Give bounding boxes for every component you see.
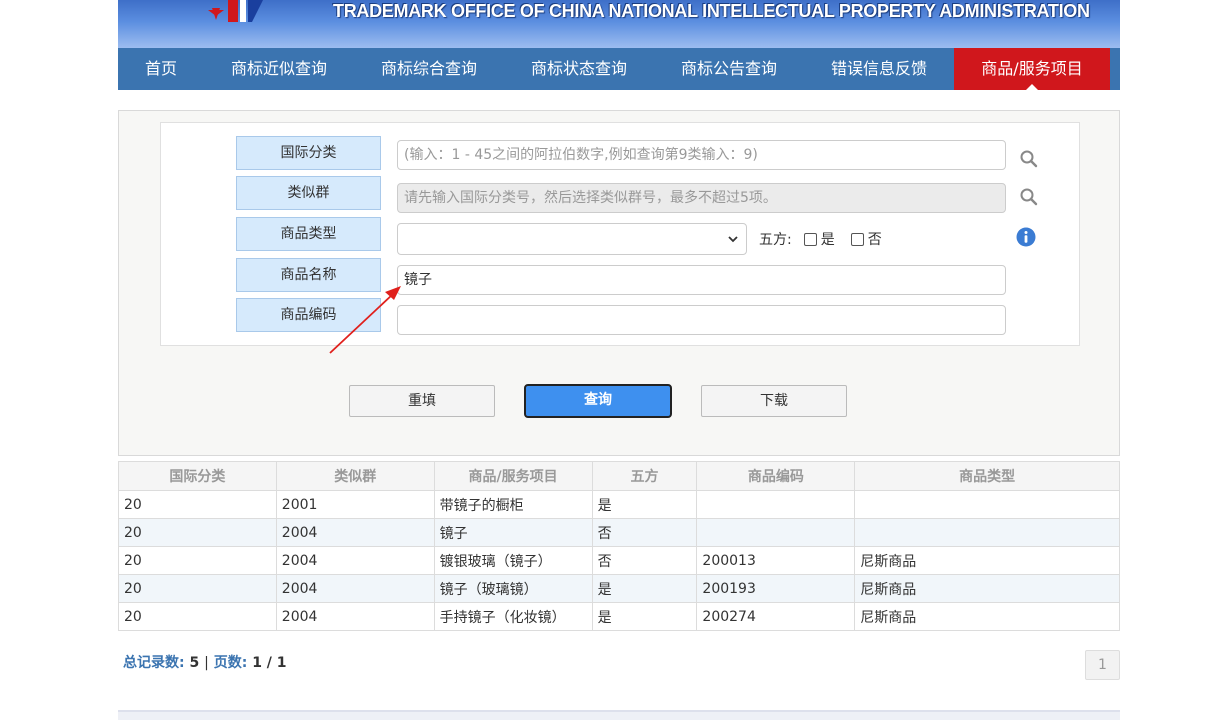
goods-type-label: 商品类型: [236, 217, 381, 251]
table-cell: 镀银玻璃（镜子）: [433, 546, 593, 575]
table-cell: [696, 490, 856, 519]
col-header: 国际分类: [118, 461, 277, 491]
wufang-label: 五方:: [759, 232, 792, 248]
search-panel: 国际分类 (输入：1 - 45之间的阿拉伯数字,例如查询第9类输入：9) 类似群…: [118, 110, 1120, 456]
table-cell: 20: [118, 546, 277, 575]
similar-group-label: 类似群: [236, 176, 381, 210]
download-button[interactable]: 下载: [701, 385, 847, 417]
table-cell: 200013: [696, 546, 856, 575]
table-cell: 20: [118, 602, 277, 631]
wufang-no-label: 否: [867, 232, 882, 248]
search-icon[interactable]: [1019, 187, 1039, 207]
table-cell: 200193: [696, 574, 856, 603]
search-button[interactable]: 查询: [524, 384, 672, 418]
col-header: 商品类型: [854, 461, 1120, 491]
nav-item-similar-search[interactable]: 商标近似查询: [204, 48, 354, 90]
nav-item-status-search[interactable]: 商标状态查询: [504, 48, 654, 90]
goods-code-input[interactable]: [397, 305, 1006, 335]
table-header-row: 国际分类 类似群 商品/服务项目 五方 商品编码 商品类型: [118, 461, 1120, 491]
reset-button[interactable]: 重填: [349, 385, 495, 417]
col-header: 商品/服务项目: [433, 461, 593, 491]
table-cell: [696, 518, 856, 547]
summary-separator: |: [204, 655, 209, 671]
table-cell: 20: [118, 490, 277, 519]
table-cell: 尼斯商品: [854, 574, 1120, 603]
info-icon[interactable]: [1016, 227, 1036, 247]
table-cell: [854, 518, 1120, 547]
table-cell: [854, 490, 1120, 519]
table-cell: 镜子: [433, 518, 593, 547]
goods-type-select[interactable]: [397, 223, 747, 255]
wufang-group: 五方: 是 否: [759, 229, 882, 249]
table-row: 20 2004 镀银玻璃（镜子） 否 200013 尼斯商品: [118, 546, 1120, 575]
intl-class-input[interactable]: (输入：1 - 45之间的阿拉伯数字,例如查询第9类输入：9): [397, 140, 1006, 170]
col-header: 类似群: [275, 461, 435, 491]
footer-divider: [118, 710, 1120, 720]
logo-icon: [208, 0, 263, 22]
chevron-down-icon: [728, 236, 738, 243]
goods-code-label: 商品编码: [236, 298, 381, 332]
goods-name-label: 商品名称: [236, 258, 381, 292]
goods-name-input[interactable]: 镜子: [397, 265, 1006, 295]
table-cell: 手持镜子（化妆镜）: [433, 602, 593, 631]
total-count: 5: [189, 655, 200, 671]
pager-page-1[interactable]: 1: [1085, 650, 1120, 680]
record-summary: 总记录数: 5 | 页数: 1 / 1: [123, 652, 287, 672]
header-title: TRADEMARK OFFICE OF CHINA NATIONAL INTEL…: [333, 1, 1090, 21]
table-row: 20 2004 镜子 否: [118, 518, 1120, 547]
header-banner: TRADEMARK OFFICE OF CHINA NATIONAL INTEL…: [118, 0, 1120, 48]
table-cell: 2004: [275, 574, 435, 603]
page-count: 1 / 1: [252, 655, 287, 671]
table-cell: 是: [591, 602, 698, 631]
table-cell: 镜子（玻璃镜）: [433, 574, 593, 603]
table-cell: 2004: [275, 518, 435, 547]
nav-item-comprehensive-search[interactable]: 商标综合查询: [354, 48, 504, 90]
nav-item-goods-services[interactable]: 商品/服务项目: [954, 48, 1110, 90]
search-icon[interactable]: [1019, 149, 1039, 169]
table-cell: 尼斯商品: [854, 546, 1120, 575]
main-nav: 首页 商标近似查询 商标综合查询 商标状态查询 商标公告查询 错误信息反馈 商品…: [118, 48, 1120, 90]
nav-item-announcement-search[interactable]: 商标公告查询: [654, 48, 804, 90]
table-cell: 200274: [696, 602, 856, 631]
table-cell: 尼斯商品: [854, 602, 1120, 631]
table-cell: 带镜子的橱柜: [433, 490, 593, 519]
wufang-yes-label: 是: [820, 232, 835, 248]
total-label: 总记录数:: [123, 655, 185, 671]
intl-class-label: 国际分类: [236, 136, 381, 170]
table-cell: 是: [591, 490, 698, 519]
nav-item-error-feedback[interactable]: 错误信息反馈: [804, 48, 954, 90]
table-cell: 否: [591, 546, 698, 575]
table-cell: 20: [118, 518, 277, 547]
table-cell: 20: [118, 574, 277, 603]
similar-group-input[interactable]: 请先输入国际分类号，然后选择类似群号，最多不超过5项。: [397, 183, 1006, 213]
results-table: 国际分类 类似群 商品/服务项目 五方 商品编码 商品类型 20 2001 带镜…: [118, 461, 1120, 631]
wufang-yes-checkbox[interactable]: [803, 232, 817, 246]
table-row: 20 2001 带镜子的橱柜 是: [118, 490, 1120, 519]
table-row: 20 2004 手持镜子（化妆镜） 是 200274 尼斯商品: [118, 602, 1120, 631]
table-row: 20 2004 镜子（玻璃镜） 是 200193 尼斯商品: [118, 574, 1120, 603]
wufang-no-checkbox[interactable]: [850, 232, 864, 246]
table-cell: 2004: [275, 602, 435, 631]
table-cell: 否: [591, 518, 698, 547]
table-cell: 是: [591, 574, 698, 603]
col-header: 五方: [591, 461, 698, 491]
table-cell: 2001: [275, 490, 435, 519]
pages-label: 页数:: [213, 655, 248, 671]
search-form: 国际分类 (输入：1 - 45之间的阿拉伯数字,例如查询第9类输入：9) 类似群…: [160, 122, 1080, 346]
col-header: 商品编码: [696, 461, 856, 491]
table-cell: 2004: [275, 546, 435, 575]
nav-item-home[interactable]: 首页: [118, 48, 204, 90]
